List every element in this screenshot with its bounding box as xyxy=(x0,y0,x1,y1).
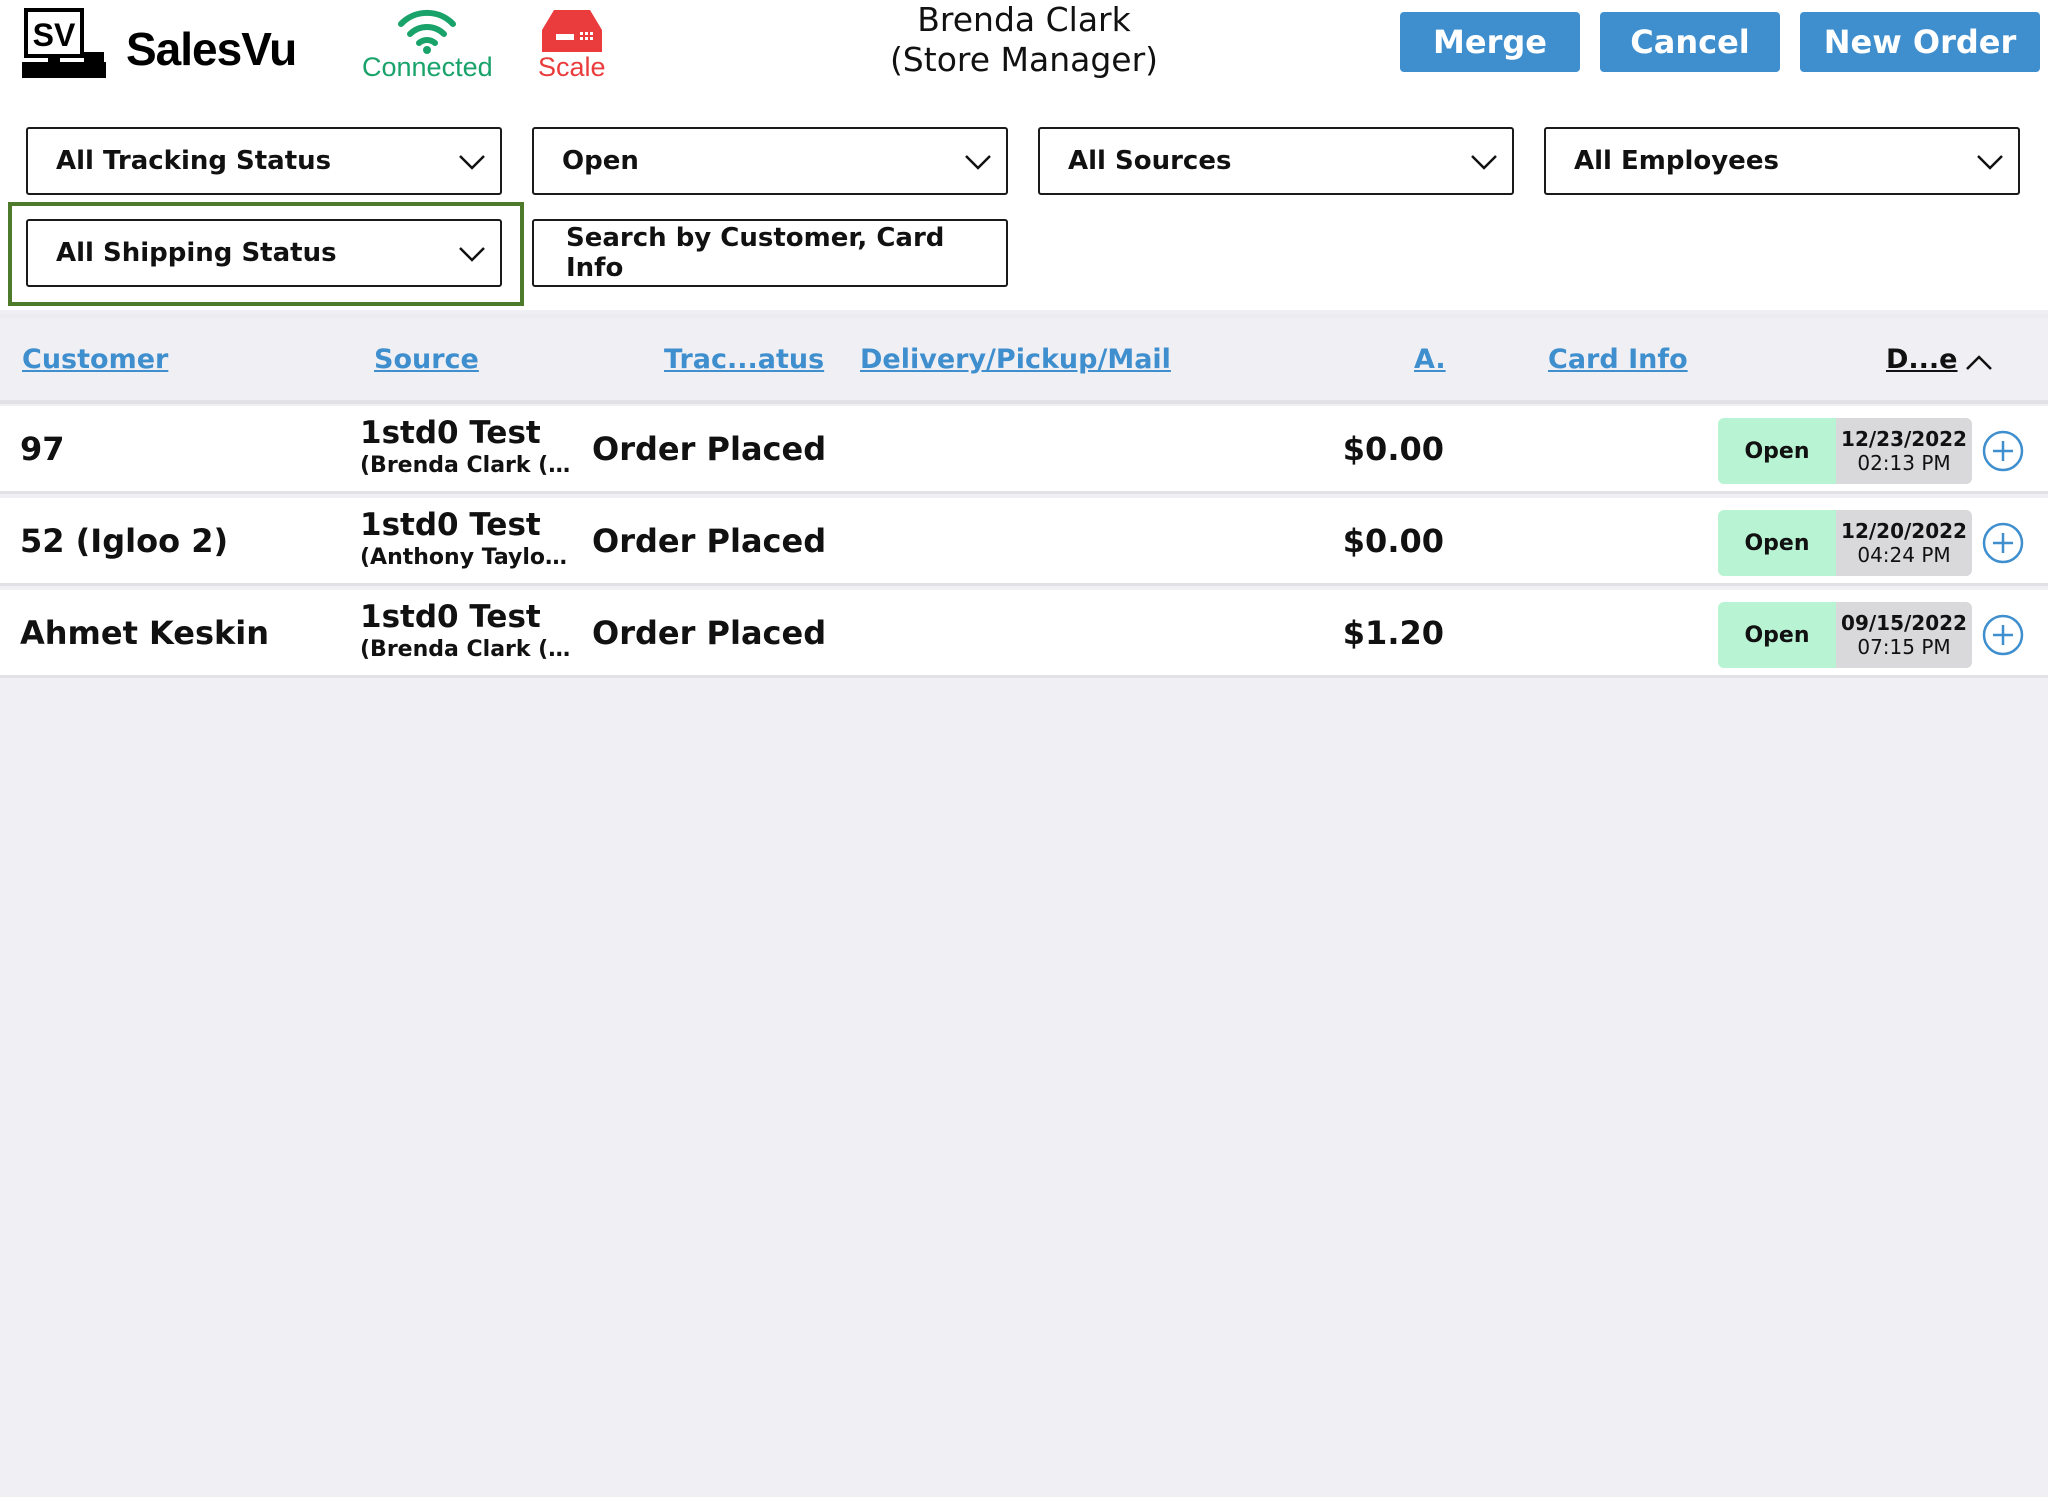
table-row[interactable]: 97 1std0 Test (Brenda Clark (... Order P… xyxy=(0,406,2048,494)
search-placeholder: Search by Customer, Card Info xyxy=(566,223,945,283)
row-source-name: 1std0 Test xyxy=(360,415,541,451)
salesvu-logo-icon: SV xyxy=(22,8,106,80)
shipping-status-value: All Shipping Status xyxy=(56,238,337,268)
scale-label: Scale xyxy=(538,52,606,82)
row-customer: 52 (Igloo 2) xyxy=(20,522,229,560)
row-status-badge: Open 09/15/2022 07:15 PM xyxy=(1718,602,1972,668)
scale-icon xyxy=(541,10,602,52)
tracking-status-value: All Tracking Status xyxy=(56,146,332,176)
row-customer: Ahmet Keskin xyxy=(20,614,270,652)
row-date-time: 02:13 PM xyxy=(1857,451,1951,475)
employees-dropdown[interactable]: All Employees xyxy=(1544,127,2020,195)
user-title: Brenda Clark (Store Manager) xyxy=(824,0,1224,80)
row-date-day: 12/20/2022 xyxy=(1841,519,1967,543)
row-source-name: 1std0 Test xyxy=(360,599,541,635)
chevron-down-icon xyxy=(965,155,991,170)
row-customer: 97 xyxy=(20,430,65,468)
chevron-down-icon xyxy=(459,155,485,170)
row-status-badge: Open 12/20/2022 04:24 PM xyxy=(1718,510,1972,576)
row-tracking-status: Order Placed xyxy=(592,614,827,652)
row-date-day: 09/15/2022 xyxy=(1841,611,1967,635)
add-circle-icon[interactable] xyxy=(1982,522,2024,564)
add-circle-icon[interactable] xyxy=(1982,614,2024,656)
row-tracking-status: Order Placed xyxy=(592,430,827,468)
search-input[interactable]: Search by Customer, Card Info xyxy=(532,219,1008,287)
status-badge: Open xyxy=(1718,418,1836,484)
order-status-value: Open xyxy=(562,146,639,176)
connection-label: Connected xyxy=(362,52,493,82)
svg-text:SV: SV xyxy=(33,17,76,53)
row-status-badge: Open 12/23/2022 02:13 PM xyxy=(1718,418,1972,484)
row-source: 1std0 Test (Brenda Clark (... xyxy=(360,414,572,480)
row-source: 1std0 Test (Brenda Clark (... xyxy=(360,598,572,664)
row-date: 12/23/2022 02:13 PM xyxy=(1836,418,1972,484)
column-header-customer[interactable]: Customer xyxy=(22,344,168,375)
connection-status[interactable]: Connected xyxy=(362,8,493,83)
column-header-source[interactable]: Source xyxy=(374,344,479,375)
merge-button[interactable]: Merge xyxy=(1400,12,1580,72)
row-tracking-status: Order Placed xyxy=(592,522,827,560)
column-header-amount[interactable]: A. xyxy=(1414,344,1446,375)
cancel-button[interactable]: Cancel xyxy=(1600,12,1780,72)
column-header-tracking-status[interactable]: Trac...atus xyxy=(664,344,824,375)
sources-dropdown[interactable]: All Sources xyxy=(1038,127,1514,195)
row-amount: $1.20 xyxy=(1342,614,1444,652)
row-date-time: 07:15 PM xyxy=(1857,635,1951,659)
row-source-name: 1std0 Test xyxy=(360,507,541,543)
divider xyxy=(0,314,2048,318)
table-row[interactable]: Ahmet Keskin 1std0 Test (Brenda Clark (.… xyxy=(0,590,2048,678)
row-date: 12/20/2022 04:24 PM xyxy=(1836,510,1972,576)
employees-value: All Employees xyxy=(1574,146,1779,176)
row-source-employee: (Brenda Clark (... xyxy=(360,453,572,478)
column-header-card-info[interactable]: Card Info xyxy=(1548,344,1688,375)
sort-ascending-icon[interactable] xyxy=(1964,352,1994,372)
status-badge: Open xyxy=(1718,602,1836,668)
tracking-status-dropdown[interactable]: All Tracking Status xyxy=(26,127,502,195)
order-status-dropdown[interactable]: Open xyxy=(532,127,1008,195)
row-amount: $0.00 xyxy=(1342,522,1444,560)
chevron-down-icon xyxy=(459,247,485,262)
row-date-day: 12/23/2022 xyxy=(1841,427,1967,451)
row-source: 1std0 Test (Anthony Taylor... xyxy=(360,506,572,572)
row-date: 09/15/2022 07:15 PM xyxy=(1836,602,1972,668)
app-name: SalesVu xyxy=(126,23,297,75)
column-header-date[interactable]: D...e xyxy=(1886,344,1958,375)
row-date-time: 04:24 PM xyxy=(1857,543,1951,567)
row-source-employee: (Anthony Taylor... xyxy=(360,545,572,570)
divider xyxy=(0,400,2048,404)
shipping-status-dropdown[interactable]: All Shipping Status xyxy=(26,219,502,287)
add-circle-icon[interactable] xyxy=(1982,430,2024,472)
status-badge: Open xyxy=(1718,510,1836,576)
user-name: Brenda Clark xyxy=(917,0,1131,39)
row-amount: $0.00 xyxy=(1342,430,1444,468)
sources-value: All Sources xyxy=(1068,146,1232,176)
column-header-delivery[interactable]: Delivery/Pickup/Mail xyxy=(860,344,1171,375)
chevron-down-icon xyxy=(1977,155,2003,170)
wifi-icon xyxy=(398,9,457,54)
user-role: (Store Manager) xyxy=(889,40,1159,79)
row-source-employee: (Brenda Clark (... xyxy=(360,637,572,662)
new-order-button[interactable]: New Order xyxy=(1800,12,2040,72)
scale-status[interactable]: Scale xyxy=(538,8,606,83)
chevron-down-icon xyxy=(1471,155,1497,170)
table-row[interactable]: 52 (Igloo 2) 1std0 Test (Anthony Taylor.… xyxy=(0,498,2048,586)
